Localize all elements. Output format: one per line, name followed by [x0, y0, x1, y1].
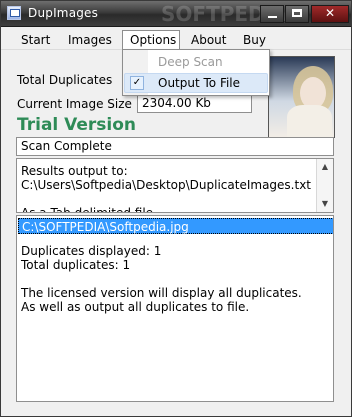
- maximize-icon: [292, 9, 302, 17]
- close-button[interactable]: ✕: [311, 5, 349, 23]
- current-image-size-field: 2304.00 Kb: [137, 94, 252, 113]
- output-to-file-label: Output To File: [158, 76, 241, 90]
- window-title: DupImages: [28, 6, 99, 20]
- scroll-down-icon[interactable]: ▼: [320, 199, 330, 209]
- menu-options[interactable]: Options: [122, 30, 180, 50]
- results-output-box[interactable]: Results output to: C:\Users\Softpedia\De…: [16, 158, 334, 213]
- menu-bar: Start Images Options About Buy: [1, 28, 351, 50]
- results-scrollbar[interactable]: ▲ ▼: [316, 159, 333, 212]
- duplicates-summary-text: Duplicates displayed: 1 Total duplicates…: [21, 244, 302, 314]
- duplicate-list-item[interactable]: C:\SOFTPEDIA\Softpedia.jpg: [18, 218, 333, 234]
- minimize-icon: [267, 16, 277, 18]
- app-window: DupImages SOFTPEDIA ✕ Start Images Optio…: [0, 0, 352, 417]
- trial-version-label: Trial Version: [17, 115, 137, 135]
- menu-buy[interactable]: Buy: [237, 31, 272, 49]
- scroll-up-icon[interactable]: ▲: [320, 162, 330, 172]
- total-duplicates-label: Total Duplicates: [17, 73, 113, 87]
- duplicates-list[interactable]: C:\SOFTPEDIA\Softpedia.jpg Duplicates di…: [16, 215, 334, 402]
- current-image-size-label: Current Image Size: [17, 97, 132, 111]
- menu-images[interactable]: Images: [62, 31, 118, 49]
- options-dropdown: Deep Scan ✓ Output To File: [122, 49, 270, 96]
- app-icon: [7, 6, 21, 20]
- thumbnail-body: [287, 105, 332, 137]
- menu-item-output-to-file[interactable]: ✓ Output To File: [124, 73, 268, 93]
- image-thumbnail: [268, 56, 335, 138]
- maximize-button[interactable]: [285, 5, 309, 23]
- scan-status-field: Scan Complete: [16, 137, 334, 156]
- title-bar[interactable]: DupImages SOFTPEDIA ✕: [1, 1, 351, 27]
- check-icon: ✓: [130, 76, 144, 90]
- minimize-button[interactable]: [260, 5, 284, 23]
- results-output-text: Results output to: C:\Users\Softpedia\De…: [21, 164, 311, 213]
- deep-scan-label: Deep Scan: [158, 55, 223, 69]
- close-icon: ✕: [324, 6, 336, 20]
- menu-about[interactable]: About: [185, 31, 232, 49]
- menu-item-deep-scan[interactable]: Deep Scan: [124, 52, 268, 72]
- menu-start[interactable]: Start: [15, 31, 56, 49]
